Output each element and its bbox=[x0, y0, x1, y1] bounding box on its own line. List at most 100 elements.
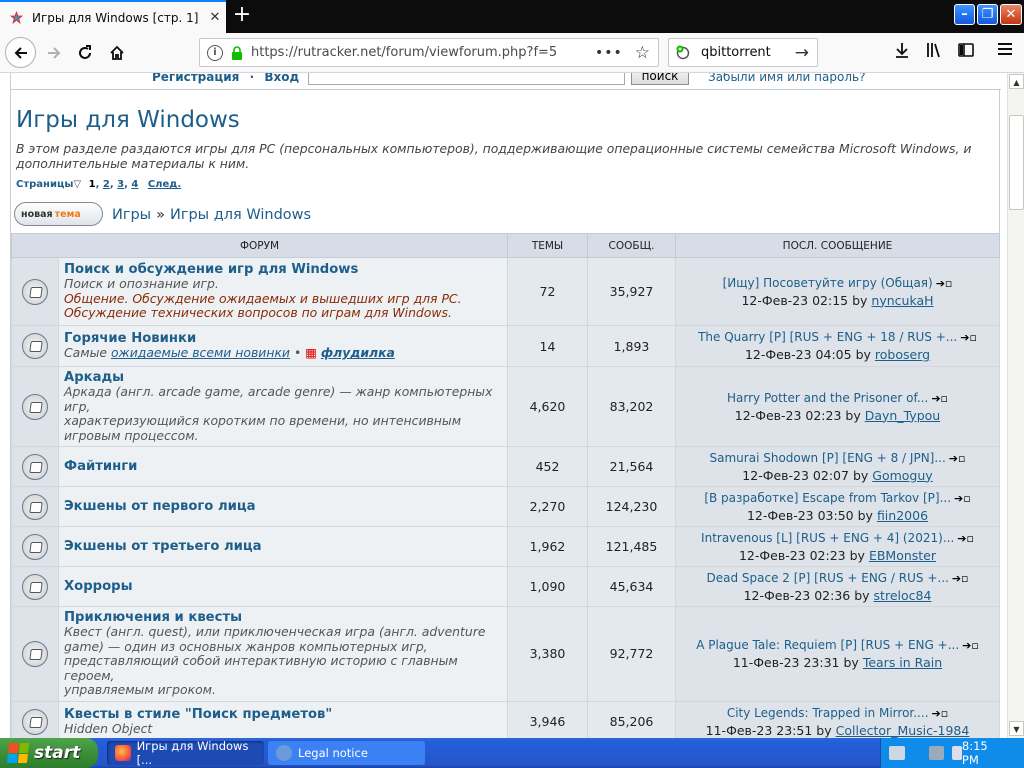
page-link-2[interactable]: 2 bbox=[103, 179, 110, 190]
page-next-link[interactable]: След. bbox=[148, 179, 181, 190]
last-post-title-link[interactable]: [В разработке] Escape from Tarkov [P]... bbox=[704, 491, 951, 505]
page-link-3[interactable]: 3 bbox=[117, 179, 124, 190]
forum-description-line: игровым процессом. bbox=[64, 427, 199, 443]
search-input[interactable]: qbittorrent bbox=[701, 45, 795, 60]
last-post-title-link[interactable]: Intravenous [L] [RUS + ENG + 4] (2021)..… bbox=[701, 531, 954, 545]
new-topic-button[interactable]: новая тема bbox=[14, 202, 103, 226]
pagination: Страницы▽ 1, 2, 3, 4 След. bbox=[16, 179, 182, 190]
breadcrumb-games[interactable]: Игры bbox=[112, 207, 151, 223]
last-post-title-link[interactable]: [Ищу] Посоветуйте игру (Общая) bbox=[723, 276, 933, 290]
bookmark-star-icon[interactable]: ☆ bbox=[635, 43, 650, 63]
subforum-link[interactable]: ожидаемые всеми новинки bbox=[111, 345, 290, 361]
page-actions-icon[interactable]: ••• bbox=[595, 45, 623, 61]
page-link-4[interactable]: 4 bbox=[131, 179, 138, 190]
page-scrollbar[interactable]: ▲ ▼ bbox=[1007, 73, 1024, 738]
window-restore-icon[interactable]: ❐ bbox=[977, 4, 998, 25]
url-text[interactable]: https://rutracker.net/forum/viewforum.ph… bbox=[251, 45, 595, 60]
last-post-by: by bbox=[849, 547, 865, 563]
flood-link[interactable]: флудилка bbox=[321, 345, 395, 361]
goto-last-post-icon[interactable]: ➔▫ bbox=[931, 390, 948, 407]
forum-link[interactable]: Хорроры bbox=[64, 579, 502, 594]
last-post-date: 12-Фев-23 04:05 bbox=[744, 347, 852, 362]
login-link[interactable]: Вход bbox=[264, 73, 299, 84]
goto-last-post-icon[interactable]: ➔▫ bbox=[932, 705, 949, 722]
quick-search-button[interactable]: поиск bbox=[631, 73, 689, 85]
library-icon[interactable] bbox=[925, 41, 943, 64]
forum-icon-cell bbox=[11, 566, 59, 607]
lock-icon[interactable] bbox=[231, 45, 243, 60]
menu-hamburger-icon[interactable] bbox=[997, 41, 1013, 62]
scroll-down-arrow-icon[interactable]: ▼ bbox=[1009, 721, 1024, 736]
quick-search-input[interactable] bbox=[308, 73, 625, 85]
forum-link[interactable]: Горячие Новинки bbox=[64, 331, 502, 346]
register-link[interactable]: Регистрация bbox=[152, 73, 239, 84]
last-post-title-link[interactable]: City Legends: Trapped in Mirror.... bbox=[727, 706, 929, 720]
forum-subforums: Самые ожидаемые всеми новинки • ▦ флудил… bbox=[64, 346, 502, 361]
forum-link[interactable]: Экшены от третьего лица bbox=[64, 539, 502, 554]
forum-link[interactable]: Аркады bbox=[64, 370, 502, 385]
forum-link[interactable]: Приключения и квесты bbox=[64, 610, 502, 625]
window-minimize-icon[interactable]: – bbox=[954, 4, 975, 25]
tab-close-icon[interactable]: ✕ bbox=[206, 10, 224, 25]
scrollbar-thumb[interactable] bbox=[1009, 115, 1024, 210]
goto-last-post-icon[interactable]: ➔▫ bbox=[960, 329, 977, 346]
goto-last-post-icon[interactable]: ➔▫ bbox=[936, 275, 953, 292]
reload-icon[interactable] bbox=[70, 38, 100, 68]
last-post-user-link[interactable]: Gomoguy bbox=[872, 468, 932, 483]
last-post-title-link[interactable]: A Plague Tale: Requiem [P] [RUS + ENG +.… bbox=[696, 638, 959, 652]
goto-last-post-icon[interactable]: ➔▫ bbox=[962, 637, 979, 654]
firefox-icon bbox=[115, 745, 131, 761]
start-button[interactable]: start bbox=[0, 738, 98, 768]
forum-icon-cell bbox=[11, 486, 59, 527]
last-post-user-link[interactable]: nyncukaH bbox=[871, 293, 933, 308]
forum-link[interactable]: Поиск и обсуждение игр для Windows bbox=[64, 262, 502, 277]
last-post-by: by bbox=[855, 347, 871, 362]
goto-last-post-icon[interactable]: ➔▫ bbox=[957, 530, 974, 547]
site-info-icon[interactable]: i bbox=[207, 44, 223, 61]
scroll-up-arrow-icon[interactable]: ▲ bbox=[1009, 74, 1024, 89]
forum-name-cell: Аркады Аркада (англ. arcade game, arcade … bbox=[58, 366, 508, 447]
taskbar-item-qbittorrent[interactable]: Legal notice bbox=[268, 741, 425, 765]
volume-icon[interactable] bbox=[952, 746, 962, 760]
last-post-user-link[interactable]: Tears in Rain bbox=[863, 655, 942, 670]
last-post-date: 11-Фев-23 23:31 bbox=[732, 654, 840, 670]
last-post-title-link[interactable]: Dead Space 2 [P] [RUS + ENG / RUS +... bbox=[706, 571, 948, 585]
goto-last-post-icon[interactable]: ➔▫ bbox=[949, 450, 966, 467]
last-post-user-link[interactable]: fiin2006 bbox=[877, 508, 928, 523]
network-icon[interactable] bbox=[928, 746, 945, 760]
home-icon[interactable] bbox=[102, 38, 132, 68]
back-arrow-icon[interactable] bbox=[5, 37, 36, 68]
forum-description-line: Hidden Object bbox=[64, 720, 153, 736]
new-tab-icon[interactable]: + bbox=[230, 4, 254, 28]
search-bar[interactable]: qbittorrent → bbox=[668, 38, 818, 67]
search-go-arrow-icon[interactable]: → bbox=[795, 43, 809, 63]
goto-last-post-icon[interactable]: ➔▫ bbox=[952, 570, 969, 587]
forum-link[interactable]: Экшены от первого лица bbox=[64, 499, 502, 514]
downloads-icon[interactable] bbox=[893, 41, 911, 64]
last-post-user-link[interactable]: Dayn_Typou bbox=[865, 408, 940, 423]
last-post-user-link[interactable]: Collector_Music-1984 bbox=[836, 723, 970, 738]
last-post-title-link[interactable]: Samurai Shodown [P] [ENG + 8 / JPN]... bbox=[710, 451, 946, 465]
breadcrumb-games-windows[interactable]: Игры для Windows bbox=[170, 207, 311, 223]
pages-dropdown-icon[interactable]: ▽ bbox=[73, 179, 81, 190]
sidebar-icon[interactable] bbox=[957, 41, 975, 64]
keyboard-icon[interactable] bbox=[889, 746, 905, 760]
forgot-password-link[interactable]: Забыли имя или пароль? bbox=[708, 73, 865, 84]
goto-last-post-icon[interactable]: ➔▫ bbox=[954, 490, 971, 507]
window-close-icon[interactable]: ✕ bbox=[1000, 4, 1022, 25]
last-post-user-link[interactable]: EBMonster bbox=[869, 548, 936, 563]
last-post-user-link[interactable]: roboserg bbox=[875, 347, 930, 362]
url-bar[interactable]: i https://rutracker.net/forum/viewforum.… bbox=[199, 38, 659, 67]
breadcrumb-separator: » bbox=[156, 207, 165, 223]
browser-tab-active[interactable]: Игры для Windows [стр. 1] :: Игр ✕ bbox=[0, 0, 226, 33]
forum-folder-icon bbox=[22, 708, 48, 735]
forum-description-line: Поиск и опознание игр. bbox=[64, 276, 219, 292]
taskbar-item-firefox[interactable]: Игры для Windows [... bbox=[107, 739, 264, 767]
forum-link[interactable]: Файтинги bbox=[64, 459, 502, 474]
forward-arrow-icon[interactable] bbox=[39, 38, 69, 68]
forum-description-line: Квест (англ. quest), или приключенческая… bbox=[64, 624, 486, 639]
last-post-title-link[interactable]: Harry Potter and the Prisoner of... bbox=[727, 391, 928, 405]
last-post-title-link[interactable]: The Quarry [P] [RUS + ENG + 18 / RUS +..… bbox=[698, 330, 957, 344]
forum-link[interactable]: Квесты в стиле "Поиск предметов" bbox=[64, 707, 502, 722]
last-post-user-link[interactable]: streloc84 bbox=[874, 588, 932, 603]
